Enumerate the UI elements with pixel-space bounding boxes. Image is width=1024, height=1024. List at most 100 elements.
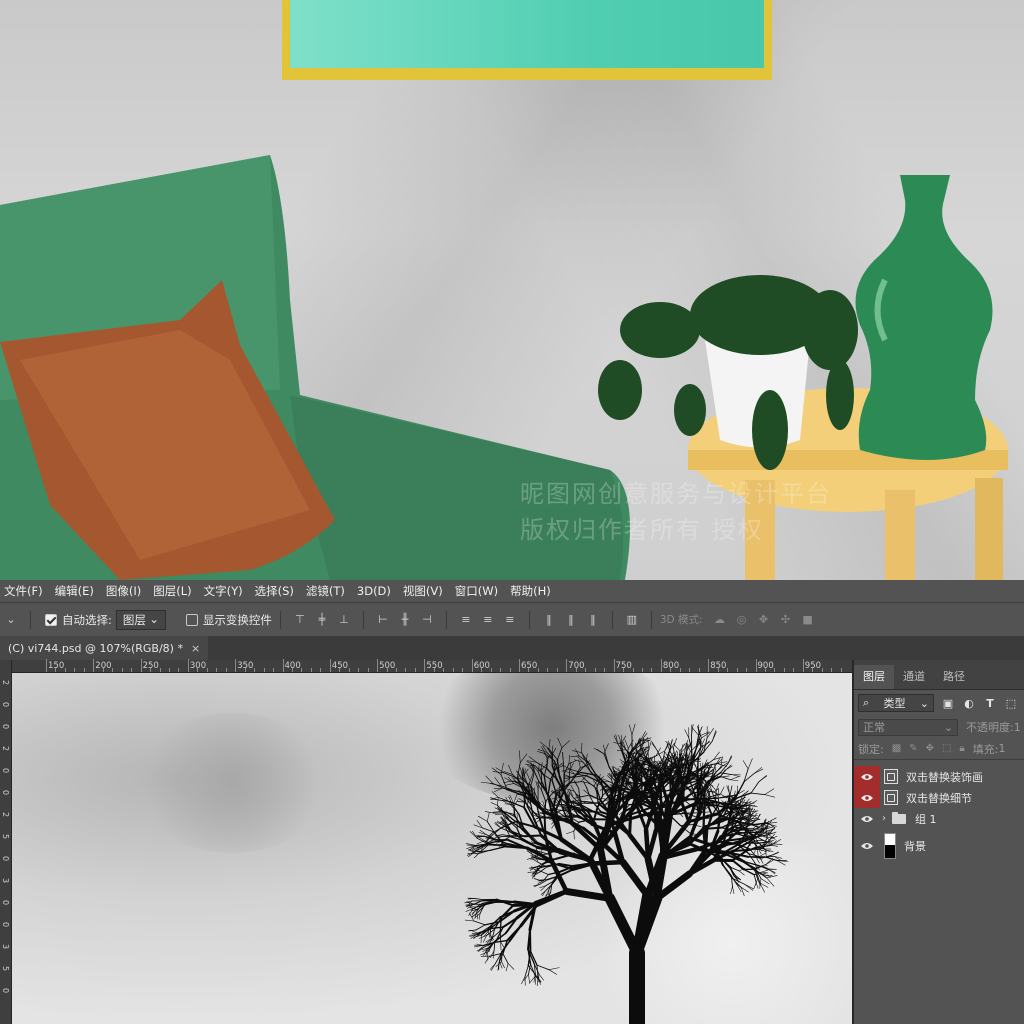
tree-branch (607, 775, 612, 780)
ruler-label: 5 (1, 834, 10, 840)
menu-file[interactable]: 文件(F) (0, 583, 51, 599)
ruler-major-tick (519, 659, 520, 672)
tree-branch (537, 781, 539, 790)
camera-3d-icon[interactable]: ■ (800, 612, 816, 628)
layer-group-row[interactable]: › 组 1 (854, 808, 1024, 829)
menu-3d[interactable]: 3D(D) (353, 584, 399, 598)
document-tab[interactable]: (C) vi744.psd @ 107%(RGB/8) * × (0, 636, 209, 660)
align-left-icon[interactable]: ⊢ (375, 612, 391, 628)
ruler-minor-tick (774, 668, 776, 672)
divider (445, 610, 447, 629)
tree-branch (659, 823, 668, 858)
menu-layer[interactable]: 图层(L) (149, 583, 199, 599)
close-icon[interactable]: × (191, 642, 200, 655)
ruler-label: 3 (1, 944, 10, 950)
menu-select[interactable]: 选择(S) (251, 583, 302, 599)
auto-align-icon[interactable]: ▥ (624, 612, 640, 628)
tree-branch (684, 743, 687, 752)
menu-type[interactable]: 文字(Y) (200, 583, 251, 599)
ruler-minor-tick (689, 668, 691, 672)
watermark-text: 昵图网创意服务与设计平台 版权归作者所有 授权 (520, 476, 832, 548)
tree-branch (753, 874, 757, 884)
tree-branch (711, 731, 717, 742)
ruler-minor-tick (55, 668, 57, 672)
align-bottom-icon[interactable]: ⊥ (336, 612, 352, 628)
ruler-minor-tick (537, 668, 539, 672)
tree-branch (568, 754, 570, 764)
opacity-value[interactable]: 1 (1014, 721, 1021, 734)
lock-position-icon[interactable]: ✥ (926, 743, 934, 754)
layer-filter-row: ⌕ 类型 ⌄ ▣ ◐ T ⬚ (854, 690, 1024, 716)
ruler-major-tick (471, 659, 473, 672)
distribute-vcenter-icon[interactable]: ≡ (480, 612, 496, 628)
ruler-minor-tick (168, 668, 170, 672)
chevron-right-icon[interactable]: › (882, 813, 886, 824)
visibility-toggle[interactable] (854, 808, 880, 829)
ruler-label: 0 (1, 790, 10, 796)
layer-row[interactable]: 双击替换装饰画 (854, 766, 1024, 787)
visibility-toggle[interactable] (854, 787, 880, 808)
tool-preset-chevron-icon[interactable]: ⌄ (3, 612, 19, 628)
lock-all-icon[interactable]: 🔒︎ (959, 743, 964, 754)
distribute-right-icon[interactable]: ‖ (585, 612, 601, 628)
distribute-bottom-icon[interactable]: ≡ (502, 612, 518, 628)
layer-thumbnail (884, 833, 896, 859)
ruler-minor-tick (821, 668, 823, 672)
tree-branch (488, 845, 507, 852)
tree-branch (530, 773, 535, 787)
tree-branch (664, 742, 669, 752)
menu-help[interactable]: 帮助(H) (506, 583, 559, 599)
divider (611, 610, 613, 629)
tree-branch (771, 851, 779, 856)
align-vcenter-icon[interactable]: ╪ (314, 612, 330, 628)
roll-3d-icon[interactable]: ◎ (734, 612, 750, 628)
fill-value[interactable]: 1 (998, 742, 1005, 755)
blend-mode-dropdown[interactable]: 正常 ⌄ (858, 718, 958, 736)
ruler-minor-tick (159, 668, 161, 672)
distribute-top-icon[interactable]: ≡ (458, 612, 474, 628)
layer-row[interactable]: 双击替换细节 (854, 787, 1024, 808)
auto-select-dropdown[interactable]: 图层 ⌄ (115, 609, 166, 630)
shape-filter-icon[interactable]: ⬚ (1004, 696, 1018, 710)
ruler-minor-tick (64, 668, 66, 672)
image-filter-icon[interactable]: ▣ (941, 696, 955, 710)
tree-branch (557, 737, 563, 748)
lock-paint-icon[interactable]: ✎ (909, 743, 917, 754)
menu-window[interactable]: 窗口(W) (451, 583, 506, 599)
distribute-left-icon[interactable]: ‖ (541, 612, 557, 628)
lock-artboard-icon[interactable]: ⬚ (942, 743, 951, 754)
menu-filter[interactable]: 滤镜(T) (302, 583, 353, 599)
visibility-toggle[interactable] (854, 766, 880, 787)
distribute-hcenter-icon[interactable]: ‖ (563, 612, 579, 628)
menu-image[interactable]: 图像(I) (102, 583, 149, 599)
layer-row[interactable]: 背景 (854, 829, 1024, 863)
tab-layers[interactable]: 图层 (854, 665, 894, 689)
show-transform-checkbox[interactable] (185, 613, 198, 626)
menu-edit[interactable]: 编辑(E) (51, 583, 102, 599)
slide-3d-icon[interactable]: ✣ (778, 612, 794, 628)
ruler-major-tick (93, 659, 95, 672)
document-canvas[interactable] (12, 673, 852, 1024)
lock-pixels-icon[interactable]: ▩ (892, 743, 901, 754)
tab-channels[interactable]: 通道 (894, 665, 934, 689)
tree-branch (628, 808, 633, 837)
tree-branch (505, 783, 515, 786)
align-right-icon[interactable]: ⊣ (419, 612, 435, 628)
ruler-minor-tick (746, 668, 748, 672)
pan-3d-icon[interactable]: ✥ (756, 612, 772, 628)
align-hcenter-icon[interactable]: ╫ (397, 612, 413, 628)
tree-branch (651, 742, 658, 752)
layer-filter-dropdown[interactable]: ⌕ 类型 ⌄ (858, 694, 934, 712)
auto-select-checkbox[interactable] (45, 613, 57, 626)
ruler-minor-tick (254, 668, 256, 672)
tree-branch (591, 859, 626, 866)
tree-branch (750, 792, 766, 796)
tab-paths[interactable]: 路径 (934, 665, 974, 689)
tree-branch (521, 976, 526, 985)
type-filter-icon[interactable]: T (983, 696, 997, 710)
menu-view[interactable]: 视图(V) (399, 583, 451, 599)
orbit-3d-icon[interactable]: ☁ (712, 612, 728, 628)
visibility-toggle[interactable] (854, 829, 880, 863)
align-top-icon[interactable]: ⊤ (292, 612, 308, 628)
adjustment-filter-icon[interactable]: ◐ (962, 696, 976, 710)
